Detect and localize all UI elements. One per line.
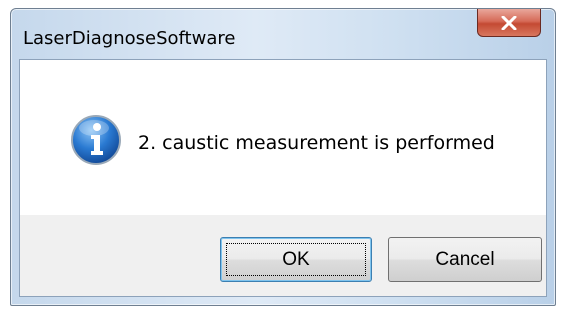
message-area: 2. caustic measurement is performed — [20, 60, 546, 215]
title-bar[interactable]: LaserDiagnoseSoftware — [11, 9, 555, 59]
dialog-message: 2. caustic measurement is performed — [138, 132, 495, 154]
info-icon — [70, 114, 122, 166]
cancel-button-label: Cancel — [435, 248, 495, 270]
window-title: LaserDiagnoseSoftware — [23, 28, 236, 49]
close-button[interactable] — [477, 9, 541, 37]
ok-button[interactable]: OK — [220, 237, 372, 282]
dialog-window: LaserDiagnoseSoftware 2. caustic measure… — [10, 8, 556, 306]
dialog-client-area: 2. caustic measurement is performed OK C… — [19, 59, 547, 297]
close-icon — [501, 15, 517, 30]
cancel-button[interactable]: Cancel — [388, 237, 542, 282]
focus-ring — [226, 243, 366, 276]
